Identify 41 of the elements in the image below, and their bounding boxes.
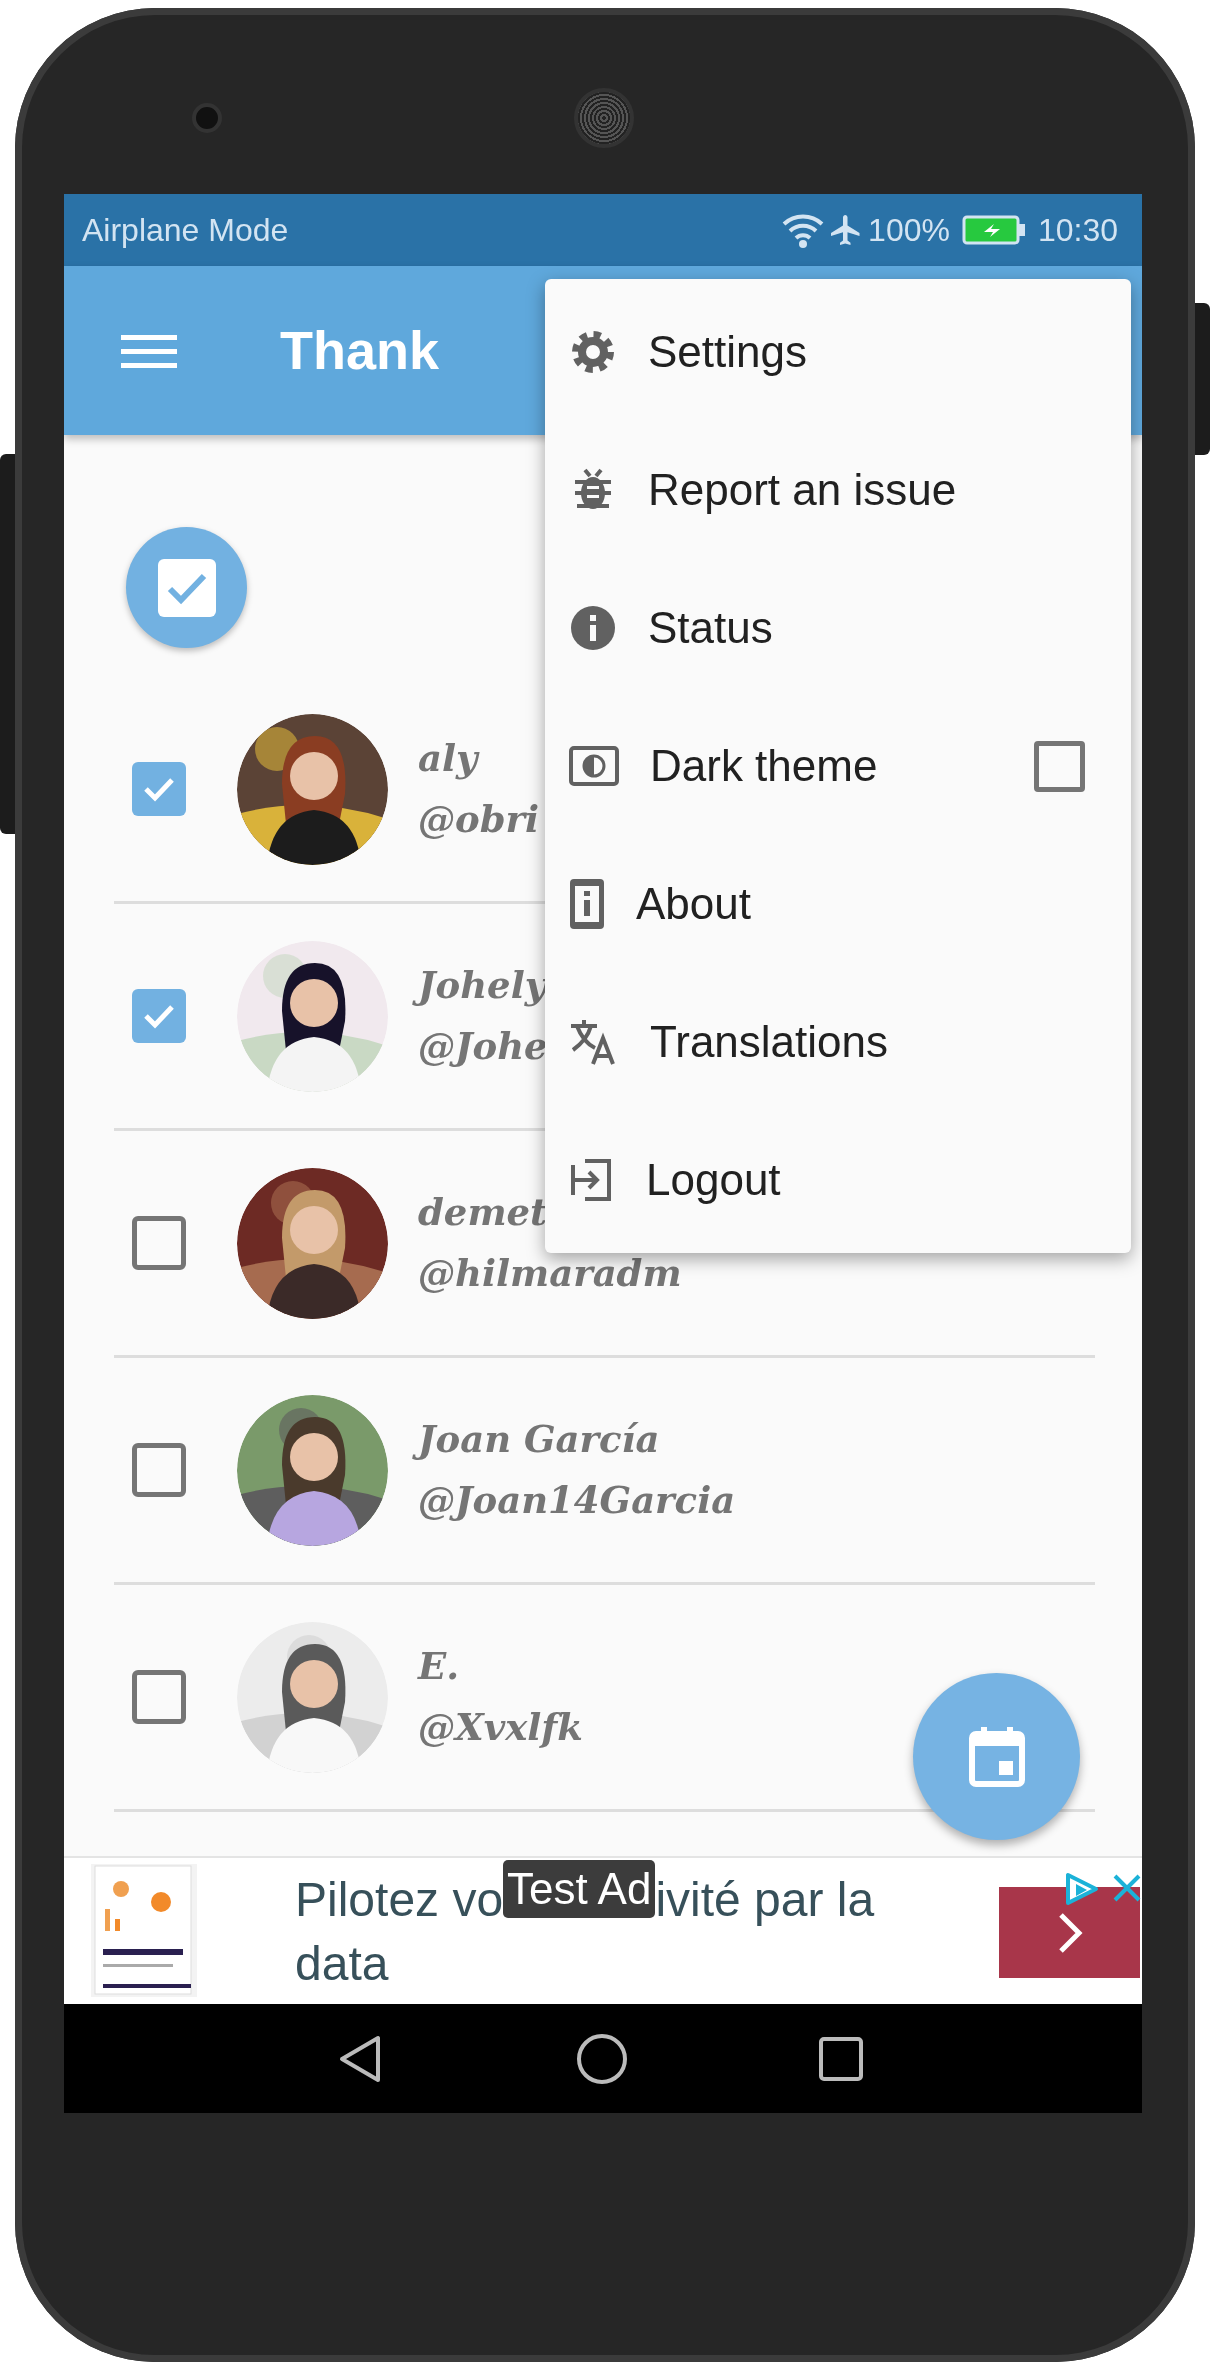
checkbox[interactable] bbox=[132, 762, 186, 816]
battery-percent-text: 100% bbox=[868, 211, 950, 250]
contact-handle: @Xvxlfk bbox=[417, 1704, 584, 1751]
carrier-text: Airplane Mode bbox=[82, 211, 289, 250]
clock-text: 10:30 bbox=[1037, 211, 1118, 250]
wifi-icon bbox=[782, 212, 825, 248]
contact-handle: @hilmaradm bbox=[417, 1250, 683, 1297]
contact-handle: @obri bbox=[417, 796, 541, 843]
ad-text: ivité par la bbox=[655, 1872, 875, 1928]
camera bbox=[192, 103, 222, 133]
checkbox[interactable] bbox=[132, 1670, 186, 1724]
app-title: Thank bbox=[280, 319, 440, 382]
menu-item[interactable]: Status bbox=[545, 559, 1131, 697]
recents-button[interactable] bbox=[818, 2035, 864, 2082]
test-ad-label: Test Ad bbox=[503, 1860, 656, 1918]
contact-name: E. bbox=[416, 1643, 461, 1690]
checkbox[interactable] bbox=[1034, 740, 1085, 792]
menu-item[interactable]: Logout bbox=[545, 1111, 1131, 1249]
checkbox[interactable] bbox=[132, 1216, 186, 1270]
settings-icon bbox=[569, 328, 617, 376]
phone-info-icon bbox=[569, 878, 605, 930]
home-button[interactable] bbox=[576, 2032, 628, 2085]
checkbox-icon bbox=[157, 558, 216, 617]
info-icon bbox=[569, 604, 617, 652]
contact-handle: @Joan14Garcia bbox=[417, 1477, 737, 1524]
menu-item[interactable]: Settings bbox=[545, 283, 1131, 421]
calendar-icon bbox=[968, 1726, 1025, 1787]
menu-item[interactable]: Report an issue bbox=[545, 421, 1131, 559]
checkbox[interactable] bbox=[132, 1443, 186, 1497]
ad-text: data bbox=[295, 1936, 389, 1992]
checkbox[interactable] bbox=[132, 989, 186, 1043]
contact-name: aly bbox=[417, 735, 481, 782]
close-icon[interactable] bbox=[1111, 1872, 1142, 1904]
contact-name: Joan García bbox=[414, 1409, 742, 1470]
ad-text: Pilotez vo bbox=[295, 1872, 504, 1928]
menu-item[interactable]: Dark theme bbox=[545, 697, 1131, 835]
ad-open-button[interactable] bbox=[999, 1887, 1140, 1978]
theme-icon bbox=[569, 746, 619, 786]
select-all-button[interactable] bbox=[126, 527, 247, 648]
adchoices-icon[interactable] bbox=[1064, 1872, 1100, 1906]
battery-icon bbox=[961, 215, 1026, 245]
